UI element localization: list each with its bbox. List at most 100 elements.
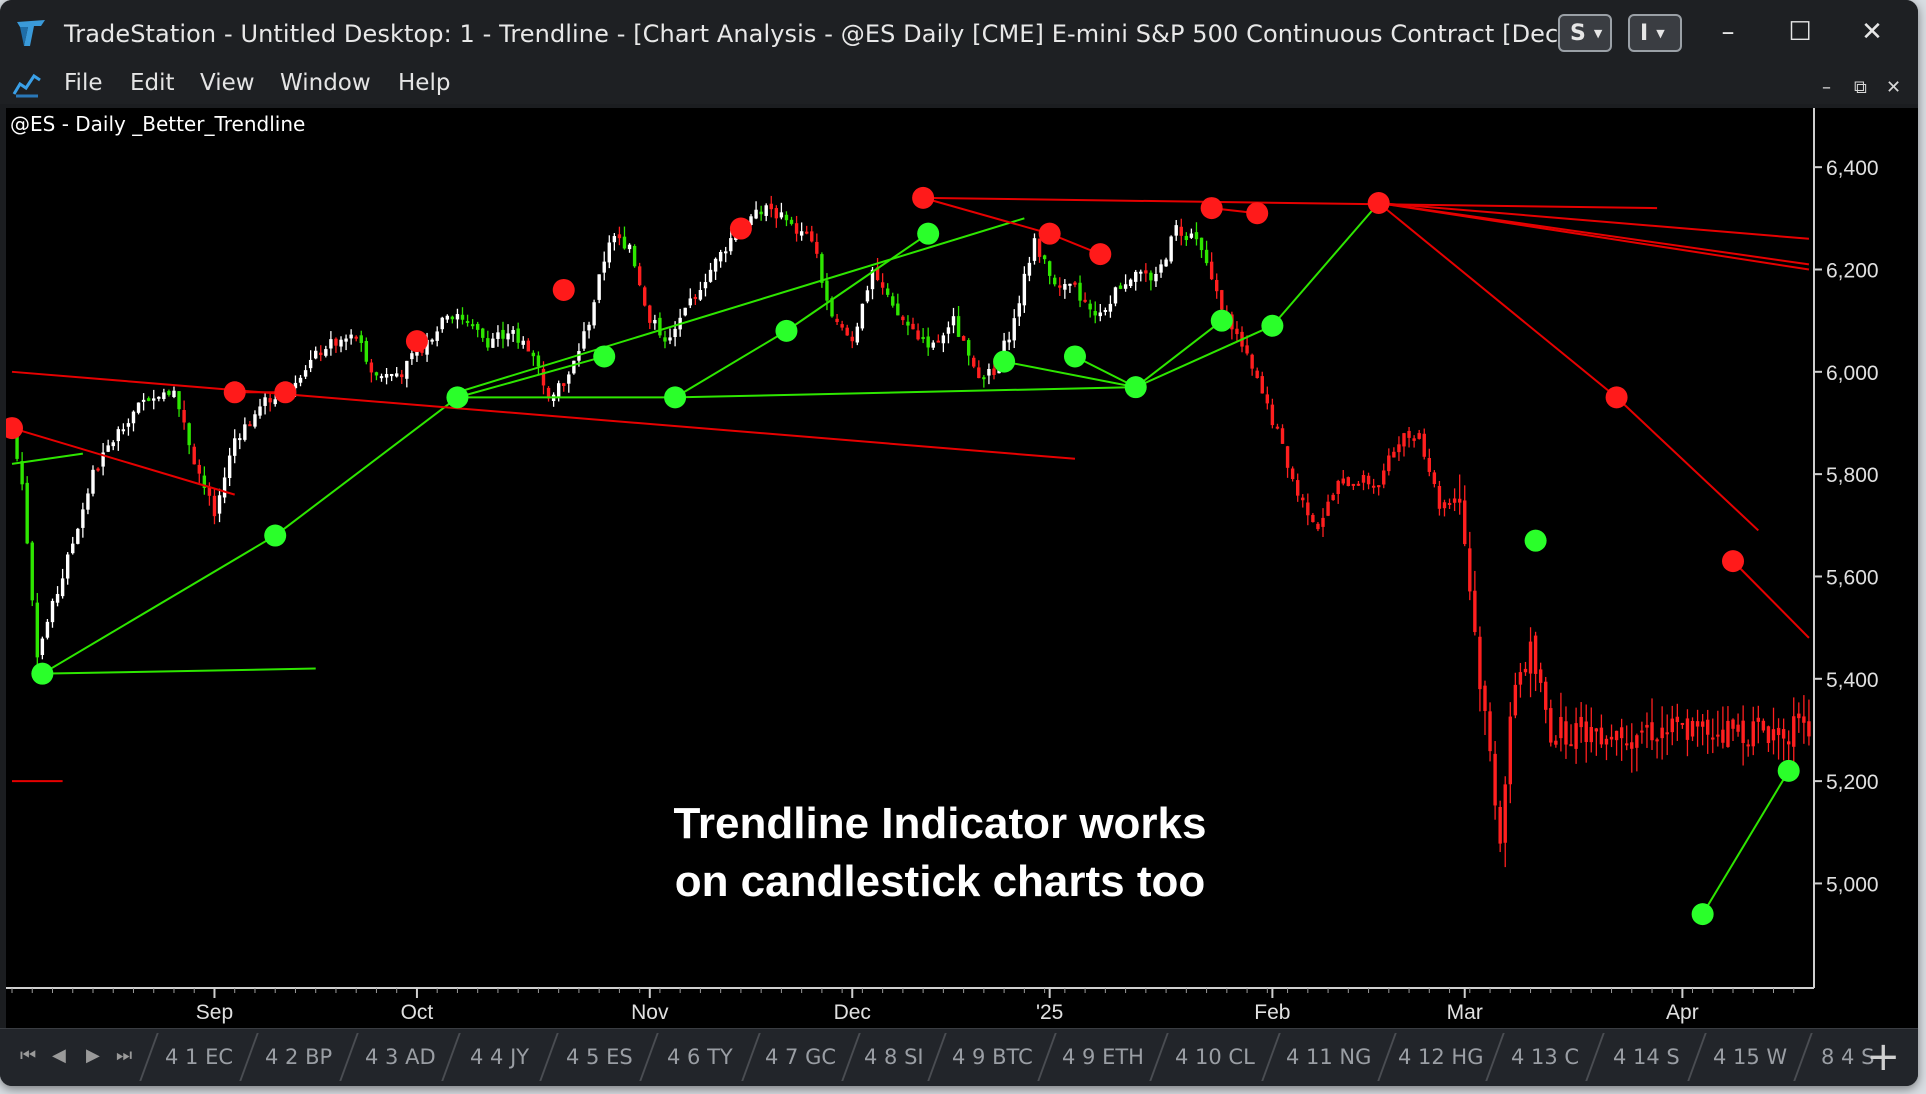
tab-4-7-gc[interactable]: 4 7 GC bbox=[741, 1033, 859, 1081]
candle-body bbox=[850, 336, 854, 342]
menu-window[interactable]: Window bbox=[280, 70, 371, 96]
close-button[interactable]: ✕ bbox=[1852, 14, 1892, 50]
tab-4-10-cl[interactable]: 4 10 CL bbox=[1149, 1033, 1279, 1081]
candle-body bbox=[931, 342, 935, 348]
candle-body bbox=[1199, 237, 1204, 251]
candle-body bbox=[1665, 732, 1669, 735]
candle-body bbox=[810, 231, 814, 242]
candle-body bbox=[1098, 312, 1102, 317]
candle-body bbox=[1083, 299, 1087, 302]
candle-body bbox=[683, 307, 687, 316]
menu-edit[interactable]: Edit bbox=[130, 70, 175, 96]
maximize-button[interactable]: ☐ bbox=[1780, 14, 1820, 50]
tab-4-13-c[interactable]: 4 13 C bbox=[1485, 1033, 1603, 1081]
candle-body bbox=[1559, 716, 1563, 739]
candle-body bbox=[825, 280, 829, 301]
candle-body bbox=[111, 442, 115, 447]
candle-body bbox=[1311, 514, 1315, 523]
tab-4-9-eth[interactable]: 4 9 ETH bbox=[1037, 1033, 1167, 1081]
candle-body bbox=[718, 251, 723, 262]
candle-body bbox=[1726, 720, 1730, 747]
candle-body bbox=[769, 203, 773, 210]
tab-label: 4 13 C bbox=[1510, 1045, 1580, 1069]
next-tab-icon[interactable]: ▶ bbox=[86, 1045, 100, 1066]
indicator-button[interactable]: I ▼ bbox=[1628, 14, 1682, 52]
prev-tab-icon[interactable]: ◀ bbox=[52, 1045, 66, 1066]
tab-4-3-ad[interactable]: 4 3 AD bbox=[339, 1033, 459, 1081]
candle-body bbox=[951, 316, 956, 326]
candle-body bbox=[1655, 739, 1659, 742]
candle-body bbox=[1690, 720, 1695, 737]
candle-body bbox=[1209, 261, 1214, 280]
strategy-button[interactable]: S ▼ bbox=[1558, 14, 1612, 52]
candle-body bbox=[1483, 685, 1487, 711]
tab-4-11-ng[interactable]: 4 11 NG bbox=[1261, 1033, 1395, 1081]
candle-body bbox=[845, 327, 849, 336]
tab-4-4-jy[interactable]: 4 4 JY bbox=[441, 1033, 557, 1081]
pivot-high-marker bbox=[1200, 197, 1223, 220]
candle-body bbox=[1614, 730, 1619, 741]
candle-body bbox=[1442, 502, 1447, 509]
tab-4-14-s[interactable]: 4 14 S bbox=[1585, 1033, 1705, 1081]
tab-4-9-btc[interactable]: 4 9 BTC bbox=[927, 1033, 1055, 1081]
candle-body bbox=[1123, 284, 1128, 289]
pivot-high-marker bbox=[729, 217, 752, 240]
candle-body bbox=[40, 638, 45, 656]
bearish-trendline bbox=[1615, 396, 1760, 532]
candle-body bbox=[1452, 498, 1457, 503]
add-tab-button[interactable]: + bbox=[1866, 1035, 1900, 1079]
candle-body bbox=[759, 211, 763, 215]
candle-body bbox=[1711, 737, 1715, 740]
mdi-restore-button[interactable]: ⧉ bbox=[1854, 77, 1867, 98]
tab-4-1-ec[interactable]: 4 1 EC bbox=[139, 1033, 257, 1081]
tradestation-logo-icon bbox=[17, 20, 45, 46]
candle-body bbox=[1012, 318, 1016, 341]
candle-body bbox=[1179, 226, 1183, 236]
candle-body bbox=[1432, 472, 1437, 485]
candle-body bbox=[1609, 736, 1614, 740]
pivot-high-marker bbox=[223, 381, 246, 404]
candle-body bbox=[1680, 722, 1685, 725]
candle-body bbox=[916, 330, 920, 340]
first-tab-icon[interactable]: ⏮ bbox=[20, 1045, 36, 1066]
candle-body bbox=[911, 323, 915, 330]
menu-view[interactable]: View bbox=[200, 70, 255, 96]
tab-4-2-bp[interactable]: 4 2 BP bbox=[239, 1033, 357, 1081]
candle-body bbox=[25, 482, 29, 544]
candle-body bbox=[1417, 433, 1421, 439]
tab-label: 4 11 NG bbox=[1286, 1045, 1372, 1069]
candle-body bbox=[1144, 270, 1148, 274]
menu-file[interactable]: File bbox=[64, 70, 103, 96]
last-tab-icon[interactable]: ⏭ bbox=[116, 1045, 132, 1066]
candle-body bbox=[172, 390, 176, 398]
candle-body bbox=[410, 353, 414, 360]
candle-body bbox=[65, 554, 70, 579]
candle-body bbox=[1103, 309, 1108, 312]
pivot-low-marker bbox=[1777, 759, 1800, 782]
candle-body bbox=[541, 368, 546, 386]
candle-body bbox=[673, 328, 677, 338]
menu-help[interactable]: Help bbox=[398, 70, 450, 96]
tab-4-6-ty[interactable]: 4 6 TY bbox=[639, 1033, 759, 1081]
mdi-minimize-button[interactable]: – bbox=[1822, 77, 1831, 98]
pivot-low-marker bbox=[917, 222, 940, 245]
tab-4-15-w[interactable]: 4 15 W bbox=[1687, 1033, 1811, 1081]
candle-body bbox=[405, 360, 409, 379]
price-tick-label: 6,400 bbox=[1826, 157, 1879, 180]
candle-body bbox=[880, 282, 885, 288]
candle-body bbox=[556, 383, 561, 397]
candle-body bbox=[1422, 433, 1426, 457]
tab-4-5-es[interactable]: 4 5 ES bbox=[539, 1033, 657, 1081]
mdi-close-button[interactable]: ✕ bbox=[1886, 77, 1901, 98]
candle-body bbox=[1280, 428, 1285, 444]
candle-body bbox=[60, 578, 65, 597]
candle-body bbox=[146, 398, 151, 401]
minimize-button[interactable]: – bbox=[1708, 14, 1748, 50]
candle-body bbox=[440, 317, 444, 330]
candle-body bbox=[511, 330, 515, 334]
candle-body bbox=[369, 362, 374, 373]
candle-body bbox=[258, 406, 262, 416]
candle-body bbox=[713, 258, 718, 272]
tab-label: 4 7 GC bbox=[765, 1045, 837, 1069]
tab-4-12-hg[interactable]: 4 12 HG bbox=[1377, 1033, 1503, 1081]
